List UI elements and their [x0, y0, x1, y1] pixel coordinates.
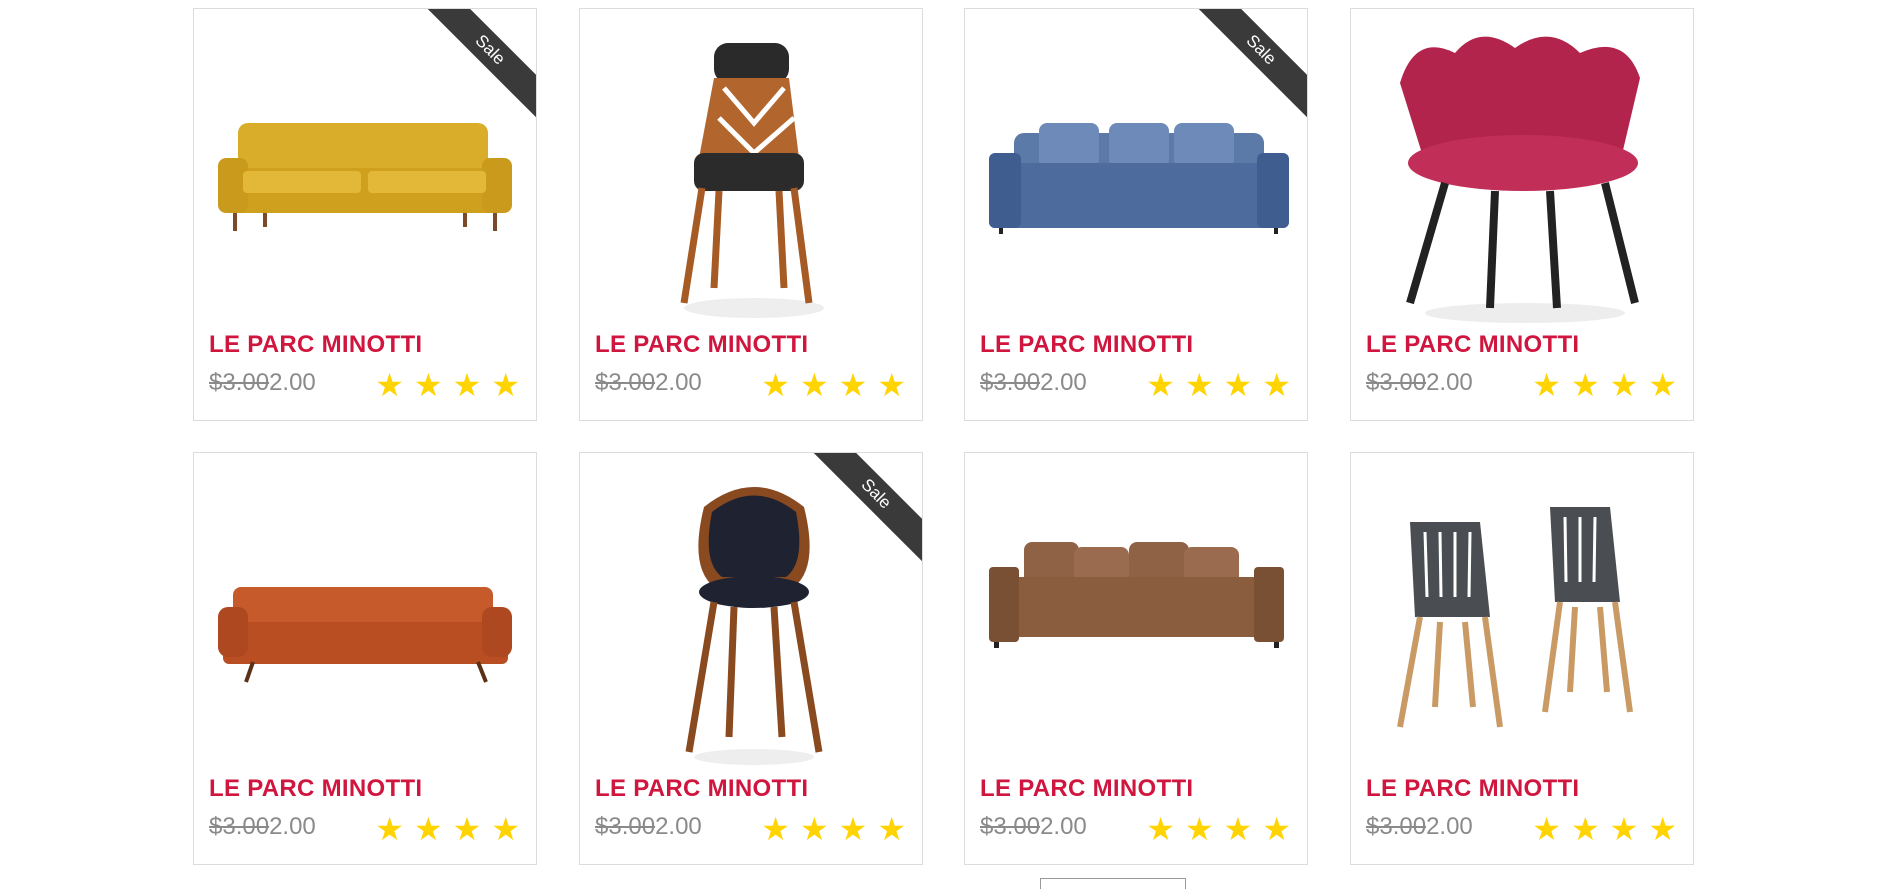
star-icon: ★: [452, 367, 482, 403]
star-icon: ★: [877, 811, 906, 847]
old-price: $3.00: [595, 369, 656, 396]
product-title[interactable]: LE PARC MINOTTI: [209, 775, 422, 803]
rating-stars: ★ ★ ★ ★: [1532, 813, 1677, 845]
old-price: $3.00: [1366, 813, 1427, 840]
sale-price: 2.00: [655, 369, 702, 396]
product-price: $3.002.00: [980, 369, 1087, 397]
star-icon: ★: [1570, 367, 1600, 403]
star-icon: ★: [452, 811, 482, 847]
old-price: $3.00: [980, 813, 1041, 840]
product-title[interactable]: LE PARC MINOTTI: [1366, 775, 1579, 803]
star-icon: ★: [1146, 367, 1175, 403]
star-icon: ★: [1184, 367, 1214, 403]
star-icon: ★: [1223, 367, 1253, 403]
star-icon: ★: [838, 811, 868, 847]
rating-stars: ★ ★ ★ ★: [1146, 369, 1291, 401]
old-price: $3.00: [209, 813, 270, 840]
product-card[interactable]: LE PARC MINOTTI $3.002.00 ★ ★ ★ ★: [1350, 452, 1694, 865]
product-title[interactable]: LE PARC MINOTTI: [595, 331, 808, 359]
star-icon: ★: [1532, 367, 1561, 403]
pagination-box[interactable]: [1040, 878, 1186, 889]
product-price: $3.002.00: [1366, 813, 1473, 841]
product-image-orange-sofa[interactable]: [208, 467, 522, 767]
old-price: $3.00: [1366, 369, 1427, 396]
product-card[interactable]: Sale LE PARC MINOTTI $3.002.00 ★ ★ ★ ★: [579, 452, 923, 865]
star-icon: ★: [877, 367, 906, 403]
product-image-wood-chair[interactable]: [594, 23, 908, 323]
star-icon: ★: [838, 367, 868, 403]
rating-stars: ★ ★ ★ ★: [375, 813, 520, 845]
star-icon: ★: [375, 811, 404, 847]
product-image-bentwood-chair[interactable]: [594, 467, 908, 767]
product-card[interactable]: LE PARC MINOTTI $3.002.00 ★ ★ ★ ★: [1350, 8, 1694, 421]
product-title[interactable]: LE PARC MINOTTI: [980, 775, 1193, 803]
product-title[interactable]: LE PARC MINOTTI: [595, 775, 808, 803]
sale-price: 2.00: [1426, 813, 1473, 840]
star-icon: ★: [761, 367, 790, 403]
product-card[interactable]: LE PARC MINOTTI $3.002.00 ★ ★ ★ ★: [964, 452, 1308, 865]
star-icon: ★: [799, 811, 829, 847]
product-price: $3.002.00: [209, 813, 316, 841]
sale-price: 2.00: [1426, 369, 1473, 396]
star-icon: ★: [375, 367, 404, 403]
sale-price: 2.00: [1040, 369, 1087, 396]
rating-stars: ★ ★ ★ ★: [375, 369, 520, 401]
rating-stars: ★ ★ ★ ★: [761, 813, 906, 845]
product-image-blue-sofa[interactable]: [979, 23, 1293, 323]
product-title[interactable]: LE PARC MINOTTI: [1366, 331, 1579, 359]
rating-stars: ★ ★ ★ ★: [761, 369, 906, 401]
star-icon: ★: [799, 367, 829, 403]
rating-stars: ★ ★ ★ ★: [1532, 369, 1677, 401]
star-icon: ★: [413, 367, 443, 403]
product-price: $3.002.00: [595, 813, 702, 841]
sale-price: 2.00: [269, 369, 316, 396]
product-price: $3.002.00: [1366, 369, 1473, 397]
star-icon: ★: [1648, 367, 1677, 403]
product-card[interactable]: Sale LE PARC MINOTTI $3.002.00 ★ ★ ★ ★: [964, 8, 1308, 421]
star-icon: ★: [1532, 811, 1561, 847]
star-icon: ★: [1609, 367, 1639, 403]
star-icon: ★: [491, 367, 520, 403]
star-icon: ★: [1648, 811, 1677, 847]
product-title[interactable]: LE PARC MINOTTI: [980, 331, 1193, 359]
star-icon: ★: [413, 811, 443, 847]
star-icon: ★: [1570, 811, 1600, 847]
star-icon: ★: [491, 811, 520, 847]
old-price: $3.00: [595, 813, 656, 840]
star-icon: ★: [1146, 811, 1175, 847]
star-icon: ★: [761, 811, 790, 847]
star-icon: ★: [1223, 811, 1253, 847]
old-price: $3.00: [980, 369, 1041, 396]
product-price: $3.002.00: [595, 369, 702, 397]
sale-price: 2.00: [655, 813, 702, 840]
star-icon: ★: [1262, 811, 1291, 847]
product-image-pink-chair[interactable]: [1365, 23, 1679, 323]
product-card[interactable]: LE PARC MINOTTI $3.002.00 ★ ★ ★ ★: [579, 8, 923, 421]
product-image-brown-sofa[interactable]: [979, 467, 1293, 767]
star-icon: ★: [1184, 811, 1214, 847]
rating-stars: ★ ★ ★ ★: [1146, 813, 1291, 845]
star-icon: ★: [1609, 811, 1639, 847]
product-price: $3.002.00: [209, 369, 316, 397]
product-card[interactable]: LE PARC MINOTTI $3.002.00 ★ ★ ★ ★: [193, 452, 537, 865]
product-card[interactable]: Sale LE PARC MINOTTI $3.002.00 ★ ★ ★ ★: [193, 8, 537, 421]
old-price: $3.00: [209, 369, 270, 396]
product-price: $3.002.00: [980, 813, 1087, 841]
product-image-grey-chairs[interactable]: [1365, 467, 1679, 767]
sale-price: 2.00: [1040, 813, 1087, 840]
sale-price: 2.00: [269, 813, 316, 840]
star-icon: ★: [1262, 367, 1291, 403]
product-title[interactable]: LE PARC MINOTTI: [209, 331, 422, 359]
product-image-yellow-sofa[interactable]: [208, 23, 522, 323]
